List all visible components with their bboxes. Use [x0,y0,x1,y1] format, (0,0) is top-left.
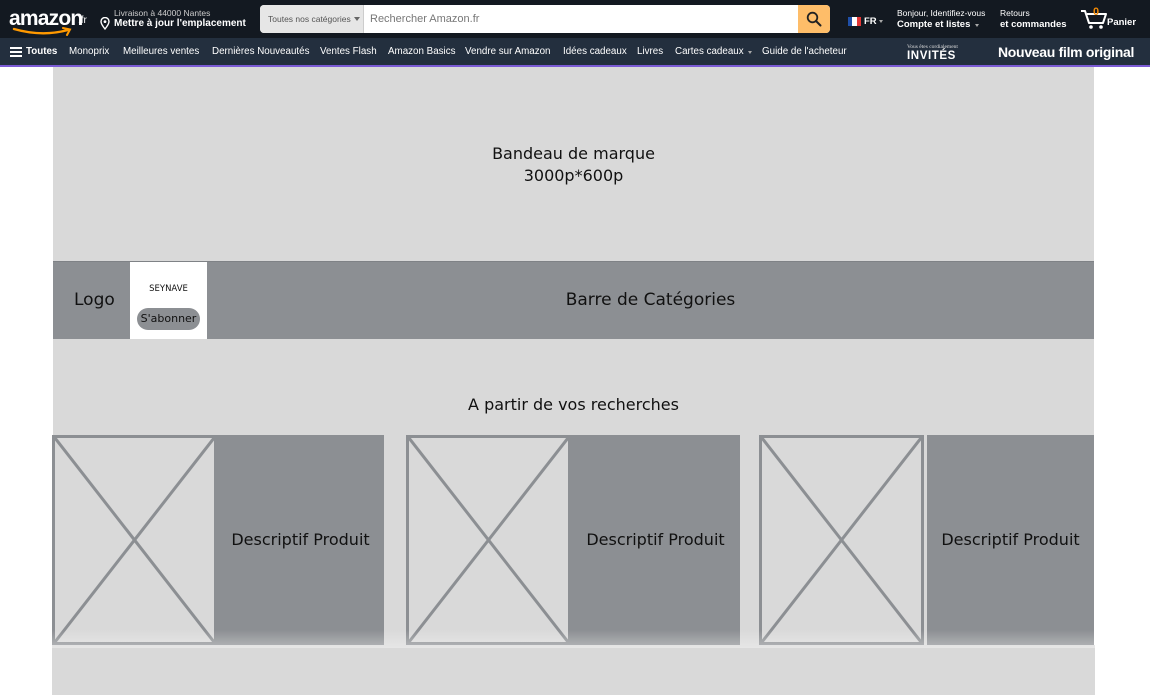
bottom-section-placeholder [52,645,1095,695]
banner-title: Bandeau de marque [492,144,655,163]
returns-line2: et commandes [1000,19,1067,30]
returns-line1: Retours [1000,8,1030,18]
amazon-logo[interactable]: amazon .fr [9,5,91,36]
product-image-placeholder [759,435,924,645]
product-description: Descriptif Produit [586,530,725,549]
subscribe-button[interactable]: S'abonner [137,308,200,330]
top-navbar: amazon .fr Livraison à 44000 Nantes Mett… [0,0,1150,38]
hamburger-menu-icon[interactable] [10,47,22,57]
nav-item-flash-sales[interactable]: Ventes Flash [320,46,377,57]
product-description: Descriptif Produit [941,530,1080,549]
image-placeholder-icon [409,438,568,642]
product-image-placeholder [406,435,571,645]
promo-invites[interactable]: Vous êtes cordialement INVITÉS [906,44,966,62]
nav-item-buyers-guide[interactable]: Guide de l'acheteur [762,46,847,57]
nav-item-gift-cards-label: Cartes cadeaux [675,46,744,57]
delivery-location[interactable]: Livraison à 44000 Nantes Mettre à jour l… [100,8,250,32]
nav-item-gift-ideas[interactable]: Idées cadeaux [563,46,627,57]
delivery-line2: Mettre à jour l'emplacement [114,18,246,29]
brand-follow-box: SEYNAVE S'abonner [130,262,207,340]
account-lists-row: Compte et listes [897,19,985,30]
search-category-label: Toutes nos catégories [268,14,351,24]
search-icon [806,11,822,27]
nav-item-gift-cards[interactable]: Cartes cadeaux [675,46,753,57]
image-placeholder-icon [762,438,921,642]
product-card[interactable]: Descriptif Produit [759,435,1094,645]
category-bar-label[interactable]: Barre de Catégories [207,290,1094,310]
promo-new-film[interactable]: Nouveau film original [998,44,1134,60]
returns-orders[interactable]: Retours et commandes [1000,8,1067,30]
nav-item-books[interactable]: Livres [637,46,663,57]
location-pin-icon [100,17,110,30]
delivery-line1: Livraison à 44000 Nantes [114,8,211,18]
category-bar: Logo SEYNAVE S'abonner Barre de Catégori… [53,261,1094,340]
chevron-down-icon [975,24,980,27]
france-flag-icon [848,16,861,26]
image-placeholder-icon [55,438,214,642]
nav-item-amazon-basics[interactable]: Amazon Basics [388,46,456,57]
language-selector[interactable]: FR [848,14,883,28]
language-label: FR [864,15,877,27]
nav-item-best-sellers[interactable]: Meilleures ventes [123,46,199,57]
product-description-box: Descriptif Produit [927,435,1094,645]
logo-tld: .fr [78,15,87,26]
product-card[interactable]: Descriptif Produit [52,435,384,645]
cart-button[interactable]: 0 Panier [1080,6,1140,32]
brand-banner-text: Bandeau de marque 3000p*600p [53,143,1094,187]
nav-item-sell[interactable]: Vendre sur Amazon [465,46,551,57]
chevron-down-icon [878,19,883,23]
product-image-placeholder [52,435,217,645]
account-lists-label: Compte et listes [897,19,971,30]
cart-count: 0 [1093,6,1100,18]
chevron-down-icon [353,17,360,21]
account-greeting: Bonjour, Identifiez-vous [897,8,986,18]
banner-dimensions: 3000p*600p [523,166,624,185]
brand-banner: Bandeau de marque 3000p*600p [53,67,1094,261]
product-description-box: Descriptif Produit [217,435,384,645]
nav-item-new-releases[interactable]: Dernières Nouveautés [212,46,309,57]
chevron-down-icon [748,51,753,54]
product-card[interactable]: Descriptif Produit [406,435,740,645]
brand-name: SEYNAVE [149,284,188,294]
search-bar: Toutes nos catégories [260,5,830,33]
logo-placeholder: Logo [74,290,115,310]
product-description: Descriptif Produit [231,530,370,549]
search-button[interactable] [798,5,830,33]
account-menu[interactable]: Bonjour, Identifiez-vous Compte et liste… [897,8,985,30]
cart-label: Panier [1107,17,1137,28]
product-description-box: Descriptif Produit [571,435,740,645]
search-input[interactable] [364,5,798,33]
secondary-navbar: Toutes Monoprix Meilleures ventes Derniè… [0,38,1150,67]
search-category-dropdown[interactable]: Toutes nos catégories [260,5,364,33]
nav-all[interactable]: Toutes [26,46,57,57]
nav-item-monoprix[interactable]: Monoprix [69,46,109,57]
smile-arrow-icon [12,27,72,36]
section-title: A partir de vos recherches [468,395,679,414]
promo-invites-title: INVITÉS [907,50,956,62]
